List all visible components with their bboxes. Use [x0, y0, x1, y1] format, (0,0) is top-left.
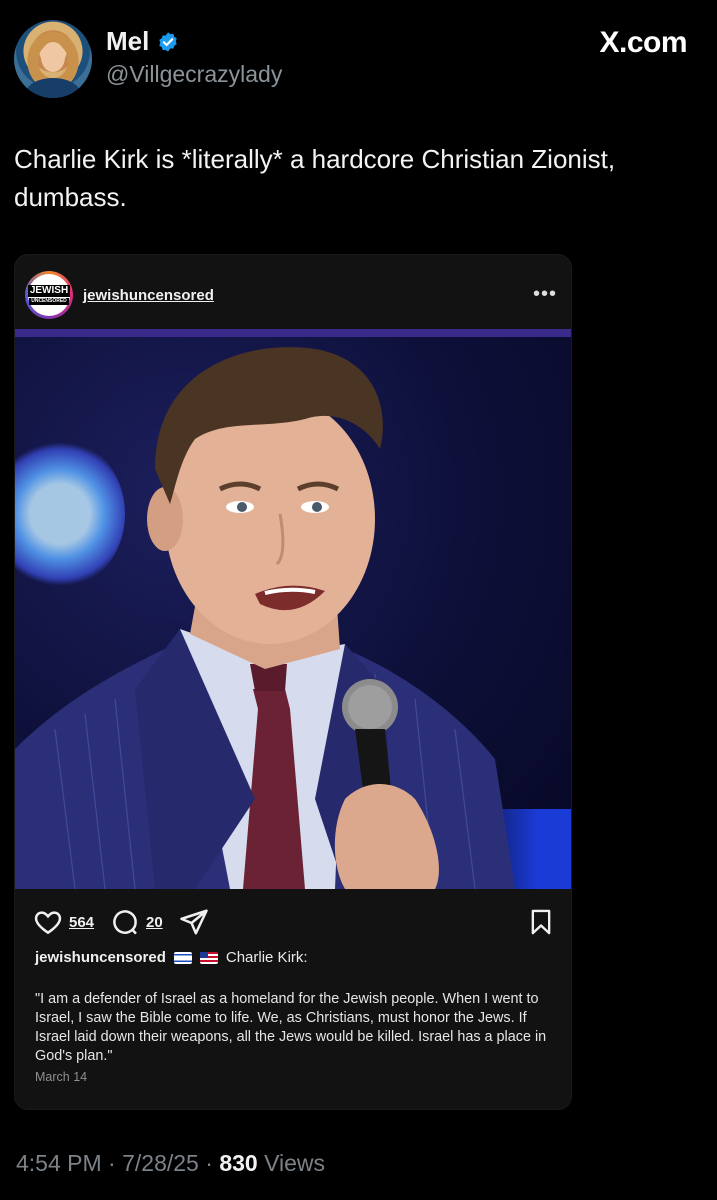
comment-action[interactable]: 20: [110, 907, 163, 937]
meta-separator: ·: [101, 1150, 123, 1176]
caption-text: Charlie Kirk:: [225, 949, 308, 966]
post-date: March 14: [35, 1070, 88, 1084]
user-handle[interactable]: @Villgecrazylady: [106, 61, 282, 88]
post-actions: 564 20: [33, 907, 225, 937]
post-avatar[interactable]: JEWISH UNCENSORED: [25, 271, 73, 319]
user-avatar[interactable]: [14, 20, 92, 98]
name-row: Mel: [106, 26, 179, 57]
views-count: 830: [219, 1150, 258, 1176]
speaker-illustration: [15, 347, 515, 889]
meta-separator: ·: [198, 1150, 220, 1176]
tweet-meta: 4:54 PM · 7/28/25 · 830 Views: [16, 1150, 325, 1177]
comment-icon[interactable]: [110, 907, 140, 937]
display-name[interactable]: Mel: [106, 26, 149, 57]
more-options-icon[interactable]: •••: [533, 283, 557, 306]
avatar-face: [41, 42, 65, 72]
logo-text-bottom: UNCENSORED: [29, 298, 69, 305]
heart-icon[interactable]: [33, 907, 63, 937]
tweet-date[interactable]: 7/28/25: [122, 1150, 199, 1176]
post-username[interactable]: jewishuncensored: [83, 287, 214, 304]
post-footer: 564 20 jewishuncensored Charlie Kirk: "I…: [15, 889, 571, 1109]
like-count[interactable]: 564: [69, 914, 94, 931]
tweet-header: Mel @Villgecrazylady X.com: [0, 0, 717, 110]
comment-count[interactable]: 20: [146, 914, 163, 931]
x-logo: X.com: [599, 26, 687, 59]
bookmark-icon[interactable]: [527, 907, 555, 937]
logo-text-top: JEWISH: [27, 285, 71, 297]
share-action[interactable]: [179, 907, 209, 937]
embedded-instagram-post[interactable]: JEWISH UNCENSORED jewishuncensored ••• 5…: [14, 254, 572, 1110]
us-flag-icon: [199, 951, 218, 964]
views-label: Views: [257, 1150, 326, 1176]
caption-quote: "I am a defender of Israel as a homeland…: [35, 991, 547, 1064]
israel-flag-icon: [173, 951, 192, 964]
post-photo: [15, 329, 571, 889]
caption-username[interactable]: jewishuncensored: [35, 949, 166, 966]
tweet-text: Charlie Kirk is *literally* a hardcore C…: [14, 144, 616, 212]
caption-row: jewishuncensored Charlie Kirk:: [35, 949, 308, 966]
like-action[interactable]: 564: [33, 907, 94, 937]
post-header: JEWISH UNCENSORED jewishuncensored •••: [15, 255, 571, 329]
verified-badge-icon: [159, 31, 178, 52]
send-icon[interactable]: [179, 907, 209, 937]
tweet-time[interactable]: 4:54 PM: [16, 1150, 102, 1176]
post-avatar-logo: JEWISH UNCENSORED: [27, 274, 71, 316]
